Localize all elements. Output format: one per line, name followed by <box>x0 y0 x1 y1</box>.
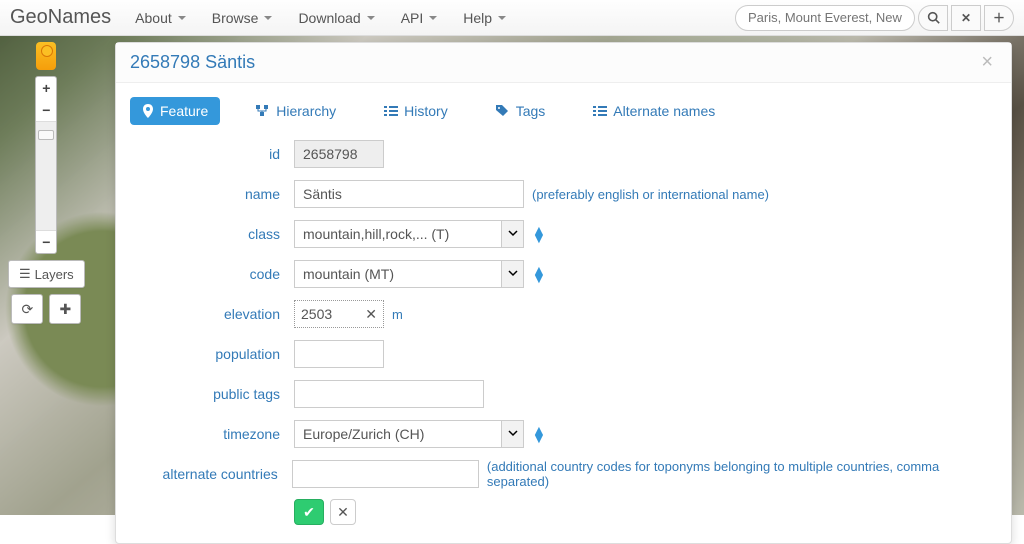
elevation-unit: m <box>392 307 403 322</box>
target-icon: ✚ <box>59 301 71 318</box>
tab-history-label: History <box>404 103 448 119</box>
pin-icon <box>142 104 154 118</box>
chevron-down-icon <box>501 221 523 247</box>
code-value: mountain (MT) <box>303 266 394 282</box>
chevron-down-icon <box>178 16 186 20</box>
zoom-slider-handle[interactable] <box>38 130 54 140</box>
label-elevation: elevation <box>130 306 280 322</box>
tab-alternate-names-label: Alternate names <box>613 103 715 119</box>
public-tags-input[interactable] <box>294 380 484 408</box>
label-name: name <box>130 186 280 202</box>
nav-about[interactable]: About <box>123 4 198 32</box>
map-left-controls: + − − ☰ Layers ⟳ ✚ <box>8 42 85 324</box>
close-icon: ✕ <box>365 306 377 322</box>
close-icon: ✕ <box>337 504 349 521</box>
tab-tags[interactable]: Tags <box>484 97 558 125</box>
locate-button[interactable]: ✚ <box>49 294 81 324</box>
zoom-out-button[interactable]: − <box>36 99 56 121</box>
label-timezone: timezone <box>130 426 280 442</box>
brand[interactable]: GeoNames <box>10 6 111 29</box>
zoom-control: + − − <box>35 76 57 254</box>
sort-icon[interactable]: ▲▼ <box>532 426 546 443</box>
check-icon: ✔ <box>303 504 315 521</box>
nav-api[interactable]: API <box>389 4 450 32</box>
elevation-input-wrapper: 2503 ✕ <box>294 300 384 328</box>
search-input[interactable] <box>735 5 915 31</box>
tab-feature[interactable]: Feature <box>130 97 220 125</box>
panel-tabs: Feature Hierarchy History Tags Alternate… <box>116 83 1011 125</box>
label-id: id <box>130 146 280 162</box>
layers-button[interactable]: ☰ Layers <box>8 260 85 288</box>
nav-download-label: Download <box>298 10 360 26</box>
name-hint: (preferably english or international nam… <box>532 187 769 202</box>
search-clear-button[interactable]: ✕ <box>951 5 981 31</box>
alternate-countries-hint: (additional country codes for toponyms b… <box>487 459 997 489</box>
nav-browse[interactable]: Browse <box>200 4 285 32</box>
alternate-countries-input[interactable] <box>292 460 479 488</box>
chevron-down-icon <box>367 16 375 20</box>
class-select[interactable]: mountain,hill,rock,... (T) <box>294 220 524 248</box>
tab-feature-label: Feature <box>160 103 208 119</box>
timezone-select[interactable]: Europe/Zurich (CH) <box>294 420 524 448</box>
refresh-icon: ⟳ <box>21 301 33 318</box>
tab-hierarchy[interactable]: Hierarchy <box>244 97 348 125</box>
search-button[interactable] <box>918 5 948 31</box>
nav-help-label: Help <box>463 10 492 26</box>
name-input[interactable] <box>294 180 524 208</box>
chevron-down-icon <box>429 16 437 20</box>
feature-panel: 2658798 Säntis × Feature Hierarchy Histo… <box>115 42 1012 544</box>
feature-form: id 2658798 name (preferably english or i… <box>116 125 1011 543</box>
close-icon: ✕ <box>961 11 971 25</box>
nav-help[interactable]: Help <box>451 4 518 32</box>
class-value: mountain,hill,rock,... (T) <box>303 226 449 242</box>
tab-tags-label: Tags <box>516 103 546 119</box>
panel-title[interactable]: 2658798 Säntis <box>130 52 255 73</box>
label-alternate-countries: alternate countries <box>130 466 278 482</box>
population-input[interactable] <box>294 340 384 368</box>
refresh-button[interactable]: ⟳ <box>11 294 43 324</box>
layers-icon: ☰ <box>19 266 31 282</box>
close-icon: × <box>981 51 993 73</box>
label-public-tags: public tags <box>130 386 280 402</box>
label-population: population <box>130 346 280 362</box>
chevron-down-icon <box>498 16 506 20</box>
tags-icon <box>496 105 510 117</box>
zoom-in-button[interactable]: + <box>36 77 56 99</box>
sort-icon[interactable]: ▲▼ <box>532 226 546 243</box>
layers-label: Layers <box>35 267 74 282</box>
panel-close-button[interactable]: × <box>977 51 997 74</box>
label-code: code <box>130 266 280 282</box>
nav-api-label: API <box>401 10 424 26</box>
label-class: class <box>130 226 280 242</box>
elevation-input[interactable]: 2503 <box>301 306 365 322</box>
search-add-button[interactable]: ＋ <box>984 5 1014 31</box>
tab-history[interactable]: History <box>372 97 460 125</box>
nav-browse-label: Browse <box>212 10 259 26</box>
id-value: 2658798 <box>294 140 384 168</box>
save-button[interactable]: ✔ <box>294 499 324 525</box>
zoom-min-button[interactable]: − <box>36 231 56 253</box>
chevron-down-icon <box>501 261 523 287</box>
top-navbar: GeoNames About Browse Download API Help … <box>0 0 1024 36</box>
search-group: ✕ ＋ <box>735 5 1014 31</box>
elevation-clear-button[interactable]: ✕ <box>365 306 377 323</box>
tab-alternate-names[interactable]: Alternate names <box>581 97 727 125</box>
list-icon <box>384 106 398 117</box>
list-icon <box>593 106 607 117</box>
chevron-down-icon <box>264 16 272 20</box>
plus-icon: ＋ <box>993 9 1005 26</box>
code-select[interactable]: mountain (MT) <box>294 260 524 288</box>
cancel-button[interactable]: ✕ <box>330 499 356 525</box>
search-icon <box>927 11 940 24</box>
chevron-down-icon <box>501 421 523 447</box>
tab-hierarchy-label: Hierarchy <box>276 103 336 119</box>
tree-icon <box>256 105 270 117</box>
sort-icon[interactable]: ▲▼ <box>532 266 546 283</box>
zoom-slider-track[interactable] <box>36 121 56 231</box>
timezone-value: Europe/Zurich (CH) <box>303 426 424 442</box>
nav-about-label: About <box>135 10 172 26</box>
nav-download[interactable]: Download <box>286 4 386 32</box>
pegman-icon[interactable] <box>36 42 56 70</box>
